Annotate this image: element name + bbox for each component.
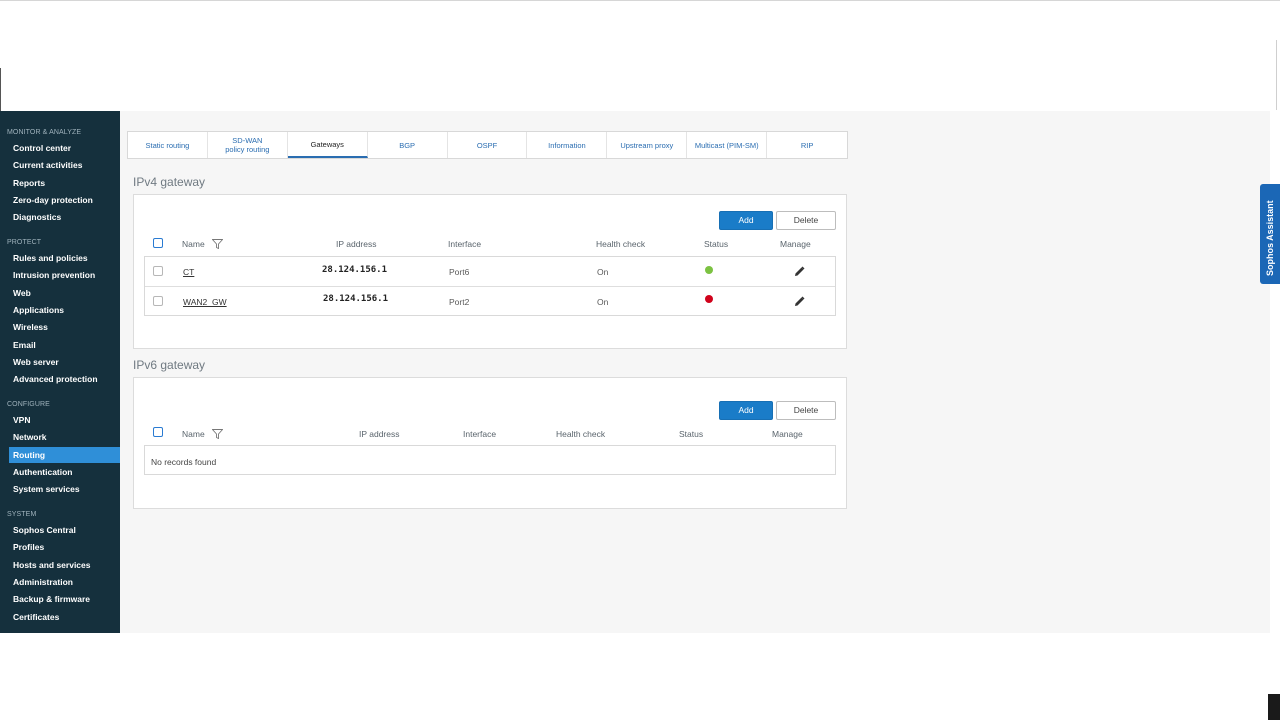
ipv4-gateway-panel: Add Delete Name IP address Interface Hea… [133, 194, 847, 349]
sidebar-item-diagnostics[interactable]: Diagnostics [9, 209, 120, 225]
sidebar-item-administration[interactable]: Administration [9, 574, 120, 590]
sidebar-item-advanced-protection[interactable]: Advanced protection [9, 371, 120, 387]
row-checkbox[interactable] [153, 266, 163, 276]
filter-icon[interactable] [212, 429, 223, 439]
sidebar-item-intrusion-prevention[interactable]: Intrusion prevention [9, 267, 120, 283]
tab-multicast[interactable]: Multicast (PIM-SM) [687, 132, 768, 158]
tab-ospf[interactable]: OSPF [448, 132, 528, 158]
sidebar-item-profiles[interactable]: Profiles [9, 539, 120, 555]
filter-icon[interactable] [212, 239, 223, 249]
ipv6-delete-button[interactable]: Delete [776, 401, 836, 420]
tab-information[interactable]: Information [527, 132, 608, 158]
table-row: CT 28.124.156.1 Port6 On [145, 257, 835, 286]
right-edge-line [1276, 40, 1277, 110]
ipv6-section-title: IPv6 gateway [133, 358, 206, 372]
sidebar-item-rules-and-policies[interactable]: Rules and policies [9, 250, 120, 266]
tab-sd-wan-policy-routing[interactable]: SD-WAN policy routing [208, 132, 288, 158]
gateway-health-check: On [597, 267, 609, 277]
row-checkbox[interactable] [153, 296, 163, 306]
sidebar-item-sophos-central[interactable]: Sophos Central [9, 522, 120, 538]
sidebar-item-hosts-and-services[interactable]: Hosts and services [9, 557, 120, 573]
table-row: WAN2_GW 28.124.156.1 Port2 On [145, 286, 835, 315]
sidebar-group-system: SYSTEM [7, 511, 37, 518]
ipv6-select-all-checkbox[interactable] [153, 427, 163, 437]
sidebar-item-routing[interactable]: Routing [9, 447, 120, 463]
sidebar-group-protect: PROTECT [7, 239, 42, 246]
status-indicator-red [705, 295, 713, 303]
sidebar-item-backup-firmware[interactable]: Backup & firmware [9, 591, 120, 607]
status-indicator-green [705, 266, 713, 274]
sidebar-item-system-services[interactable]: System services [9, 481, 120, 497]
sidebar-item-applications[interactable]: Applications [9, 302, 120, 318]
sidebar-group-monitor: MONITOR & ANALYZE [7, 129, 82, 136]
ipv4-table: CT 28.124.156.1 Port6 On WAN2_GW 28.124.… [144, 256, 836, 316]
tab-rip[interactable]: RIP [767, 132, 847, 158]
ipv4-col-ip: IP address [336, 239, 377, 249]
sidebar-item-control-center[interactable]: Control center [9, 140, 120, 156]
ipv4-select-all-checkbox[interactable] [153, 238, 163, 248]
sidebar-item-wireless[interactable]: Wireless [9, 319, 120, 335]
ipv6-gateway-panel: Add Delete Name IP address Interface Hea… [133, 377, 847, 509]
gateway-ip: 28.124.156.1 [323, 294, 389, 304]
ipv4-col-manage: Manage [780, 239, 811, 249]
ipv4-delete-button[interactable]: Delete [776, 211, 836, 230]
ipv4-section-title: IPv4 gateway [133, 175, 206, 189]
sidebar-item-email[interactable]: Email [9, 337, 120, 353]
tab-bgp[interactable]: BGP [368, 132, 448, 158]
top-border [0, 0, 1280, 1]
sidebar-item-authentication[interactable]: Authentication [9, 464, 120, 480]
main-content: Static routing SD-WAN policy routing Gat… [120, 111, 1270, 633]
sidebar-item-certificates[interactable]: Certificates [9, 609, 120, 625]
gateway-name-link[interactable]: WAN2_GW [183, 297, 227, 307]
ipv6-col-status: Status [679, 429, 704, 439]
ipv6-add-button[interactable]: Add [719, 401, 773, 420]
ipv4-col-name: Name [182, 239, 205, 249]
gateway-ip: 28.124.156.1 [322, 265, 388, 275]
ipv6-col-manage: Manage [772, 429, 803, 439]
gateway-health-check: On [597, 297, 609, 307]
sidebar-item-vpn[interactable]: VPN [9, 412, 120, 428]
tab-upstream-proxy[interactable]: Upstream proxy [607, 132, 688, 158]
routing-tabs: Static routing SD-WAN policy routing Gat… [127, 131, 848, 159]
sidebar-item-network[interactable]: Network [9, 429, 120, 445]
tab-static-routing[interactable]: Static routing [128, 132, 208, 158]
sidebar-group-configure: CONFIGURE [7, 401, 50, 408]
sidebar-item-zero-day-protection[interactable]: Zero-day protection [9, 192, 120, 208]
sophos-assistant-tab[interactable]: Sophos Assistant [1260, 184, 1280, 284]
gateway-name-link[interactable]: CT [183, 267, 194, 277]
ipv4-col-health: Health check [596, 239, 646, 249]
gateway-interface: Port6 [449, 267, 470, 277]
ipv6-col-name: Name [182, 429, 205, 439]
edit-icon[interactable] [794, 296, 805, 307]
ipv6-col-health: Health check [556, 429, 606, 439]
sidebar-item-reports[interactable]: Reports [9, 175, 120, 191]
ipv6-table: No records found [144, 445, 836, 475]
edit-icon[interactable] [794, 266, 805, 277]
ipv4-col-interface: Interface [448, 239, 482, 249]
sophos-assistant-label: Sophos Assistant [1265, 200, 1275, 276]
sidebar-item-web[interactable]: Web [9, 285, 120, 301]
sidebar-item-current-activities[interactable]: Current activities [9, 157, 120, 173]
tab-gateways[interactable]: Gateways [287, 132, 368, 158]
sidebar: MONITOR & ANALYZE Control center Current… [0, 111, 120, 633]
ipv6-col-interface: Interface [463, 429, 497, 439]
gateway-interface: Port2 [449, 297, 470, 307]
empty-state-message: No records found [151, 457, 217, 467]
left-edge-line [0, 68, 1, 111]
ipv4-add-button[interactable]: Add [719, 211, 773, 230]
ipv6-col-ip: IP address [359, 429, 400, 439]
ipv4-col-status: Status [704, 239, 729, 249]
corner-block [1268, 694, 1280, 720]
sidebar-item-web-server[interactable]: Web server [9, 354, 120, 370]
